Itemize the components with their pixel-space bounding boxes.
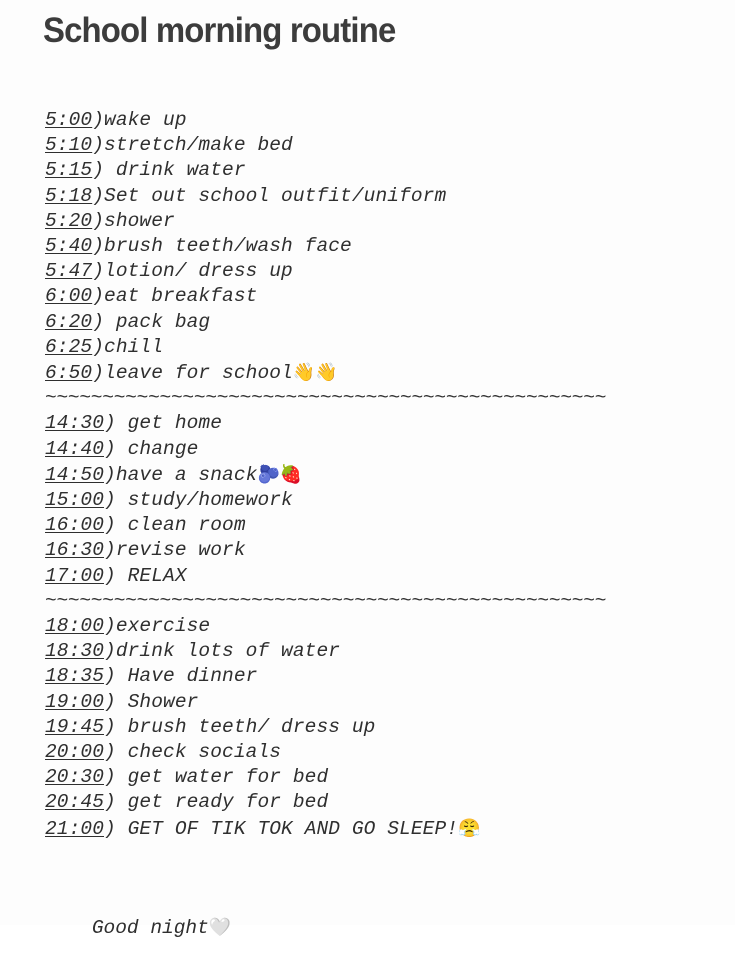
- routine-item-time: 5:47: [45, 260, 93, 283]
- routine-item-label: )stretch/make bed: [92, 134, 293, 157]
- routine-item-label: ) Have dinner: [104, 665, 258, 688]
- routine-item-time: 20:45: [45, 791, 105, 814]
- routine-item-label: ) drink water: [92, 159, 246, 182]
- routine-item-label: ) brush teeth/ dress up: [104, 715, 376, 738]
- routine-item-label: )exercise: [104, 615, 211, 638]
- routine-item-emoji: 👋👋: [292, 362, 338, 384]
- routine-item: 6:25)chill: [45, 335, 705, 360]
- routine-item-label: )chill: [92, 335, 164, 358]
- routine-item-emoji: 😤: [458, 817, 481, 839]
- routine-item: 16:30)revise work: [45, 538, 705, 563]
- routine-item-time: 6:20: [45, 310, 93, 333]
- routine-item-time: 16:30: [45, 539, 105, 562]
- routine-item-label: )lotion/ dress up: [92, 260, 293, 283]
- routine-item-time: 5:20: [45, 209, 93, 232]
- routine-item: 5:00)wake up: [45, 108, 705, 133]
- routine-item-time: 18:00: [45, 615, 105, 638]
- routine-item: 6:50)leave for school👋👋: [45, 360, 705, 386]
- routine-item: 20:00) check socials: [45, 740, 705, 765]
- routine-item-label: ) study/homework: [104, 489, 293, 512]
- routine-item: 21:00) GET OF TIK TOK AND GO SLEEP!😤: [45, 816, 705, 842]
- routine-item: 5:18)Set out school outfit/uniform: [45, 184, 705, 209]
- routine-item: 5:10)stretch/make bed: [45, 133, 705, 158]
- routine-item-label: )Set out school outfit/uniform: [92, 184, 447, 207]
- routine-item-time: 19:45: [45, 715, 105, 738]
- routine-item: 14:30) get home: [45, 411, 705, 436]
- routine-item-label: )have a snack: [104, 463, 258, 486]
- routine-item-time: 17:00: [45, 564, 105, 587]
- routine-item-time: 6:25: [45, 335, 93, 358]
- routine-item-time: 5:10: [45, 134, 93, 157]
- routine-item-label: ) get home: [104, 412, 223, 435]
- signoff-text: Good night: [91, 917, 209, 939]
- routine-item-label: ) check socials: [104, 741, 282, 764]
- signoff: Good night🤍: [45, 890, 231, 966]
- routine-item-time: 14:30: [45, 412, 105, 435]
- routine-item-time: 5:00: [45, 109, 93, 131]
- routine-item-emoji: 🫐🍓: [257, 463, 303, 485]
- routine-item-time: 20:00: [45, 741, 105, 764]
- routine-item: 5:20)shower: [45, 209, 705, 234]
- routine-item: 5:47)lotion/ dress up: [45, 259, 705, 284]
- routine-item: 6:20) pack bag: [45, 310, 705, 335]
- routine-item: 14:40) change: [45, 437, 705, 462]
- routine-item-label: )drink lots of water: [104, 640, 341, 663]
- routine-item-label: ) RELAX: [104, 564, 187, 587]
- routine-item-label: ) Shower: [104, 690, 199, 713]
- routine-item: 14:50)have a snack🫐🍓: [45, 462, 705, 488]
- routine-item-time: 21:00: [45, 817, 105, 840]
- white-heart-icon: 🤍: [208, 917, 232, 938]
- routine-item: 17:00) RELAX: [45, 564, 705, 589]
- routine-item-label: )eat breakfast: [92, 285, 258, 308]
- routine-item: 5:40)brush teeth/wash face: [45, 234, 705, 259]
- routine-item-time: 5:18: [45, 184, 93, 207]
- routine-item: 18:30)drink lots of water: [45, 639, 705, 664]
- routine-item-label: )leave for school: [92, 362, 293, 385]
- routine-item: 6:00)eat breakfast: [45, 284, 705, 309]
- routine-item-time: 20:30: [45, 766, 105, 789]
- routine-item: 20:45) get ready for bed: [45, 790, 705, 815]
- section-separator: ~~~~~~~~~~~~~~~~~~~~~~~~~~~~~~~~~~~~~~~~…: [45, 589, 607, 612]
- routine-item: 19:00) Shower: [45, 690, 705, 715]
- routine-item: 16:00) clean room: [45, 513, 705, 538]
- routine-item-time: 6:00: [45, 285, 93, 308]
- routine-item-label: )brush teeth/wash face: [92, 235, 352, 258]
- routine-item: 15:00) study/homework: [45, 488, 705, 513]
- routine-item-label: ) get water for bed: [104, 766, 329, 789]
- routine-item: 18:35) Have dinner: [45, 664, 705, 689]
- routine-list: 5:00)wake up 5:10)stretch/make bed 5:15) d…: [45, 108, 705, 842]
- routine-item-time: 16:00: [45, 514, 105, 537]
- note-page: School morning routine 5:00)wake up 5:10)…: [0, 0, 735, 939]
- routine-item: 19:45) brush teeth/ dress up: [45, 715, 705, 740]
- section-separator: ~~~~~~~~~~~~~~~~~~~~~~~~~~~~~~~~~~~~~~~~…: [45, 387, 607, 410]
- routine-item-time: 5:40: [45, 235, 93, 258]
- routine-item: 20:30) get water for bed: [45, 765, 705, 790]
- routine-item: 18:00)exercise: [45, 614, 705, 639]
- routine-item-label: )wake up: [92, 109, 187, 131]
- routine-item-time: 15:00: [45, 489, 105, 512]
- routine-item-label: )shower: [92, 209, 175, 232]
- routine-item-label: ) GET OF TIK TOK AND GO SLEEP!: [104, 817, 459, 840]
- routine-item-label: ) change: [104, 437, 199, 460]
- routine-item-time: 14:40: [45, 437, 105, 460]
- routine-item-time: 19:00: [45, 690, 105, 713]
- routine-item-time: 14:50: [45, 463, 105, 486]
- routine-item-label: )revise work: [104, 539, 246, 562]
- routine-item: 5:15) drink water: [45, 158, 705, 183]
- routine-item-time: 18:35: [45, 665, 105, 688]
- routine-item-time: 5:15: [45, 159, 93, 182]
- routine-item-time: 18:30: [45, 640, 105, 663]
- page-title: School morning routine: [43, 11, 396, 50]
- routine-item-label: ) pack bag: [92, 310, 211, 333]
- routine-item-label: ) clean room: [104, 514, 246, 537]
- routine-item-time: 6:50: [45, 362, 93, 385]
- routine-item-label: ) get ready for bed: [104, 791, 329, 814]
